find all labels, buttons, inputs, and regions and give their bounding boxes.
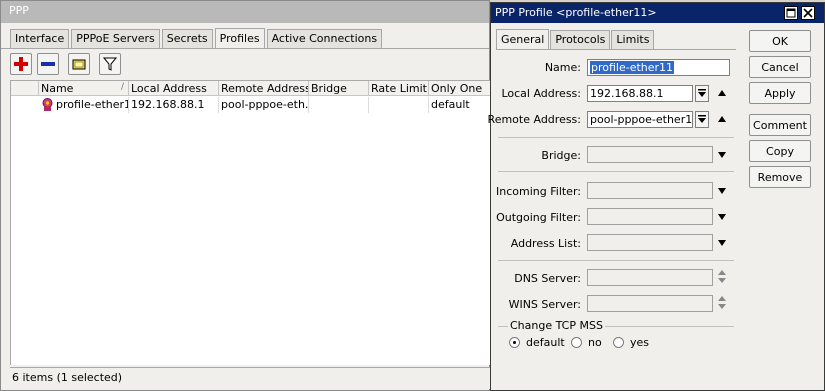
column-header-bridge[interactable]: Bridge xyxy=(309,81,369,96)
collapse-up-icon[interactable] xyxy=(717,89,727,97)
column-header-rate-limit[interactable]: Rate Limit... xyxy=(369,81,429,96)
chevron-down-icon[interactable] xyxy=(717,213,727,221)
dns-server-label: DNS Server: xyxy=(514,272,581,285)
column-header-local-address[interactable]: Local Address xyxy=(129,81,219,96)
column-header-remote-address[interactable]: Remote Address xyxy=(219,81,309,96)
sort-indicator-icon: / xyxy=(120,82,124,92)
incoming-filter-field[interactable] xyxy=(587,182,713,199)
maximize-icon xyxy=(786,8,796,18)
profiles-table: Name / Local Address Remote Address Brid… xyxy=(10,80,491,365)
status-bar: 6 items (1 selected) xyxy=(10,367,490,389)
bridge-field[interactable] xyxy=(587,146,713,163)
local-address-field[interactable]: 192.168.88.1 xyxy=(587,85,693,102)
tab-secrets[interactable]: Secrets xyxy=(161,29,213,49)
wins-server-label: WINS Server: xyxy=(508,298,581,311)
name-label: Name: xyxy=(544,61,581,74)
change-tcp-mss-label: Change TCP MSS xyxy=(508,319,605,332)
remote-address-field[interactable]: pool-pppoe-ether11 xyxy=(587,111,693,128)
column-header-name[interactable]: Name / xyxy=(39,81,129,96)
maximize-button[interactable] xyxy=(784,6,798,20)
up-down-icon[interactable] xyxy=(717,296,727,310)
section-divider xyxy=(498,171,734,172)
tcp-mss-yes-radio[interactable] xyxy=(613,337,624,348)
tab-active-connections[interactable]: Active Connections xyxy=(266,29,383,49)
general-panel: Name: profile-ether11 Local Address: 192… xyxy=(488,49,736,386)
outgoing-filter-label: Outgoing Filter: xyxy=(496,211,581,224)
section-divider xyxy=(498,260,734,261)
cell-remote-address: pool-pppoe-eth... xyxy=(221,97,309,113)
up-down-icon[interactable] xyxy=(717,270,727,284)
table-header: Name / Local Address Remote Address Brid… xyxy=(11,81,491,96)
tcp-mss-default-radio[interactable] xyxy=(509,337,520,348)
comment-button-dialog[interactable]: Comment xyxy=(749,114,811,136)
cancel-button[interactable]: Cancel xyxy=(749,56,811,78)
collapse-up-icon[interactable] xyxy=(717,115,727,123)
dropdown-icon xyxy=(698,89,706,97)
comment-icon xyxy=(72,59,86,70)
cell-only-one: default xyxy=(429,97,491,113)
local-address-label: Local Address: xyxy=(501,87,581,100)
cell-name: profile-ether11 xyxy=(39,97,129,113)
ppp-tab-bar: Interface PPPoE Servers Secrets Profiles… xyxy=(10,28,384,49)
ok-button[interactable]: OK xyxy=(749,30,811,52)
tcp-mss-default-label: default xyxy=(526,336,565,349)
tab-general[interactable]: General xyxy=(496,29,550,49)
close-button[interactable] xyxy=(801,6,815,20)
remove-icon xyxy=(41,62,55,66)
outgoing-filter-field[interactable] xyxy=(587,208,713,225)
close-icon xyxy=(803,8,813,18)
local-address-dropdown[interactable] xyxy=(695,85,709,102)
tab-pppoe-servers[interactable]: PPPoE Servers xyxy=(71,29,160,49)
filter-icon xyxy=(103,57,117,71)
filter-button[interactable] xyxy=(99,53,121,75)
section-divider xyxy=(498,137,734,138)
cell-rate-limit xyxy=(369,97,429,113)
tab-limits[interactable]: Limits xyxy=(611,30,655,49)
ppp-window: PPP Interface PPPoE Servers Secrets Prof… xyxy=(0,0,491,391)
table-row[interactable]: profile-ether11 192.168.88.1 pool-pppoe-… xyxy=(11,97,491,113)
tcp-mss-yes-label: yes xyxy=(630,336,650,349)
dropdown-icon xyxy=(698,115,706,123)
chevron-down-icon[interactable] xyxy=(717,151,727,159)
address-list-field[interactable] xyxy=(587,234,713,251)
tab-divider xyxy=(1,48,489,49)
tcp-mss-no-radio[interactable] xyxy=(571,337,582,348)
ppp-profile-dialog: PPP Profile <profile-ether11> General Pr… xyxy=(488,2,825,391)
dialog-title: PPP Profile <profile-ether11> xyxy=(491,3,824,23)
remove-button[interactable] xyxy=(37,53,59,75)
chevron-down-icon[interactable] xyxy=(717,187,727,195)
bridge-label: Bridge: xyxy=(541,149,581,162)
incoming-filter-label: Incoming Filter: xyxy=(496,185,581,198)
dns-server-field[interactable] xyxy=(587,269,713,286)
wins-server-field[interactable] xyxy=(587,295,713,312)
dialog-tab-bar: General Protocols Limits xyxy=(496,29,655,49)
add-button[interactable] xyxy=(10,53,32,75)
header-spacer xyxy=(11,81,39,96)
column-header-only-one[interactable]: Only One xyxy=(429,81,491,96)
remote-address-label: Remote Address: xyxy=(487,113,581,126)
chevron-down-icon[interactable] xyxy=(717,239,727,247)
add-icon xyxy=(14,57,28,71)
remote-address-dropdown[interactable] xyxy=(695,111,709,128)
tab-protocols[interactable]: Protocols xyxy=(550,30,611,49)
tcp-mss-no-label: no xyxy=(588,336,602,349)
tab-profiles[interactable]: Profiles xyxy=(214,28,265,49)
copy-button[interactable]: Copy xyxy=(749,140,811,162)
ppp-window-title: PPP xyxy=(1,1,489,23)
name-field[interactable]: profile-ether11 xyxy=(587,59,730,76)
cell-bridge xyxy=(309,97,369,113)
address-list-label: Address List: xyxy=(510,237,581,250)
comment-button[interactable] xyxy=(68,53,90,75)
cell-local-address: 192.168.88.1 xyxy=(129,97,219,113)
apply-button[interactable]: Apply xyxy=(749,82,811,104)
remove-button-dialog[interactable]: Remove xyxy=(749,166,811,188)
ppp-profile-icon xyxy=(42,98,53,111)
tab-interface[interactable]: Interface xyxy=(10,29,70,49)
